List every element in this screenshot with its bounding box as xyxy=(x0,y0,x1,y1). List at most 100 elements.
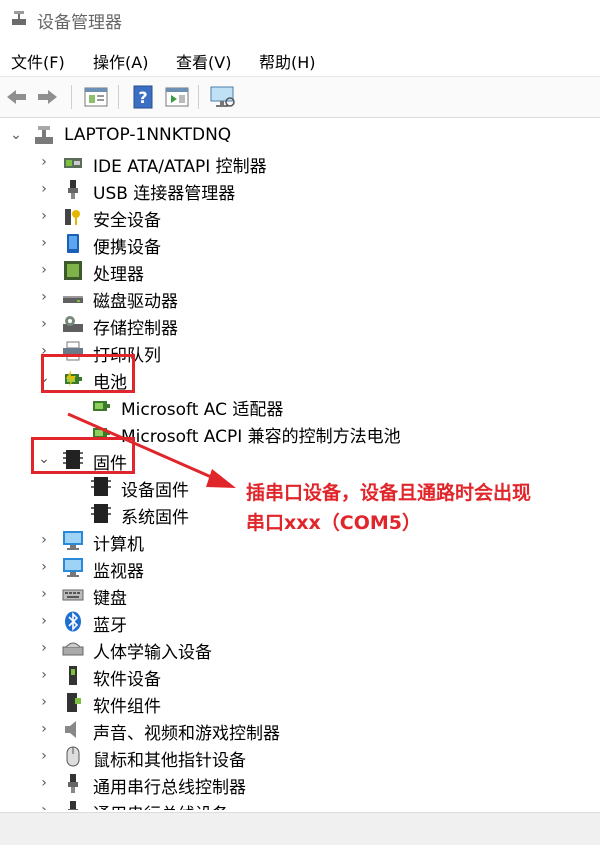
firmware-highlight-box xyxy=(31,437,135,474)
tree-item-label: 鼠标和其他指针设备 xyxy=(93,751,246,771)
monitor-icon xyxy=(63,558,83,577)
battery-highlight-box xyxy=(41,354,135,393)
tree-item-storage[interactable]: › 存储控制器 xyxy=(0,311,600,339)
tree-item-processor[interactable]: › 处理器 xyxy=(0,257,600,285)
annotation-text: 插串口设备，设备且通路时会出现 串口xxx（COM5） xyxy=(246,478,591,538)
menu-help[interactable]: 帮助(H) xyxy=(259,49,316,73)
chevron-right-icon[interactable]: › xyxy=(37,531,51,549)
computer-icon xyxy=(63,531,83,550)
bluetooth-icon xyxy=(65,611,81,632)
view-icon[interactable] xyxy=(163,83,191,111)
toolbar-separator xyxy=(118,85,119,109)
software-component-icon xyxy=(67,693,81,712)
tree-item-label: 处理器 xyxy=(93,265,144,285)
tree-item-hid[interactable]: › 人体学输入设备 xyxy=(0,635,600,663)
chevron-right-icon[interactable]: › xyxy=(37,207,51,225)
chevron-right-icon[interactable]: › xyxy=(37,612,51,630)
chevron-right-icon[interactable]: › xyxy=(37,801,51,810)
firmware-chip-icon xyxy=(91,504,111,523)
tree-item-usb-connector[interactable]: › USB 连接器管理器 xyxy=(0,176,600,204)
computer-root-icon xyxy=(35,126,53,144)
tree-item-label: 系统固件 xyxy=(121,508,189,528)
processor-icon xyxy=(64,261,82,280)
svg-text:?: ? xyxy=(138,88,147,107)
tree-item-label: 通用串行总线控制器 xyxy=(93,778,246,798)
firmware-chip-icon xyxy=(91,477,111,496)
tree-item-label: 存储控制器 xyxy=(93,319,178,339)
ide-controller-icon xyxy=(64,158,82,168)
tree-item-keyboard[interactable]: › 键盘 xyxy=(0,581,600,609)
storage-controller-icon xyxy=(63,316,83,332)
tree-item-monitor[interactable]: › 监视器 xyxy=(0,554,600,582)
chevron-right-icon[interactable]: › xyxy=(37,315,51,333)
back-icon[interactable] xyxy=(3,83,31,111)
tree-item-sound[interactable]: › 声音、视频和游戏控制器 xyxy=(0,716,600,744)
properties-icon[interactable] xyxy=(82,83,110,111)
chevron-right-icon[interactable]: › xyxy=(37,666,51,684)
window-title: 设备管理器 xyxy=(37,13,122,33)
forward-icon[interactable] xyxy=(33,83,61,111)
tree-item-label: 蓝牙 xyxy=(93,616,127,636)
battery-icon xyxy=(93,401,110,411)
tree-item-software-device[interactable]: › 软件设备 xyxy=(0,662,600,690)
chevron-right-icon[interactable]: › xyxy=(37,234,51,252)
tree-item-label: Microsoft ACPI 兼容的控制方法电池 xyxy=(121,427,401,447)
annotation-line-2: 串口xxx（COM5） xyxy=(246,512,421,534)
tree-item-label: 安全设备 xyxy=(93,211,161,231)
mouse-icon xyxy=(66,746,80,767)
speaker-icon xyxy=(65,721,76,738)
tree-item-ac-adapter[interactable]: Microsoft AC 适配器 xyxy=(0,392,600,420)
tree-root-label: LAPTOP-1NNKTDNQ xyxy=(64,125,232,145)
chevron-right-icon[interactable]: › xyxy=(37,288,51,306)
tree-item-ide[interactable]: › IDE ATA/ATAPI 控制器 xyxy=(0,149,600,177)
chevron-right-icon[interactable]: › xyxy=(37,585,51,603)
tree-item-label: 便携设备 xyxy=(93,238,161,258)
toolbar: ? xyxy=(0,76,600,118)
chevron-right-icon[interactable]: › xyxy=(37,558,51,576)
chevron-right-icon[interactable]: › xyxy=(37,774,51,792)
device-manager-icon xyxy=(12,11,26,25)
chevron-right-icon[interactable]: › xyxy=(37,639,51,657)
chevron-down-icon[interactable]: ⌄ xyxy=(9,126,23,144)
menu-view[interactable]: 查看(V) xyxy=(176,49,231,73)
disk-drive-icon xyxy=(63,296,83,303)
tree-item-label: 计算机 xyxy=(93,535,144,555)
tree-item-portable[interactable]: › 便携设备 xyxy=(0,230,600,258)
tree-item-label: 软件设备 xyxy=(93,670,161,690)
tree-item-label: IDE ATA/ATAPI 控制器 xyxy=(93,157,267,177)
tree-item-usb-controller[interactable]: › 通用串行总线控制器 xyxy=(0,770,600,798)
tree-root[interactable]: ⌄ LAPTOP-1NNKTDNQ xyxy=(0,122,600,149)
tree-item-bluetooth[interactable]: › 蓝牙 xyxy=(0,608,600,636)
tree-item-label: 监视器 xyxy=(93,562,144,582)
chevron-right-icon[interactable]: › xyxy=(37,180,51,198)
tree-item-label: 软件组件 xyxy=(93,697,161,717)
help-icon[interactable]: ? xyxy=(129,83,157,111)
chevron-right-icon[interactable]: › xyxy=(37,261,51,279)
tree-item-mouse[interactable]: › 鼠标和其他指针设备 xyxy=(0,743,600,771)
tree-item-label: USB 连接器管理器 xyxy=(93,184,236,204)
chevron-right-icon[interactable]: › xyxy=(37,720,51,738)
status-bar xyxy=(0,812,600,845)
portable-device-icon xyxy=(67,234,79,253)
tree-item-label: 通用串行总线设备 xyxy=(93,800,229,810)
tree-item-label: Microsoft AC 适配器 xyxy=(121,400,284,420)
toolbar-separator xyxy=(198,85,199,109)
tree-item-software-component[interactable]: › 软件组件 xyxy=(0,689,600,717)
chevron-right-icon[interactable]: › xyxy=(37,153,51,171)
tree-item-label: 设备固件 xyxy=(121,481,189,501)
tree-item-label: 磁盘驱动器 xyxy=(93,292,178,312)
tree-item-label: 键盘 xyxy=(93,589,127,609)
security-key-icon xyxy=(65,209,80,225)
menu-file[interactable]: 文件(F) xyxy=(11,49,65,73)
tree-item-usb-device[interactable]: › 通用串行总线设备 xyxy=(0,797,600,810)
chevron-right-icon[interactable]: › xyxy=(37,747,51,765)
menu-bar: 文件(F) 操作(A) 查看(V) 帮助(H) xyxy=(0,44,600,74)
tree-item-disk[interactable]: › 磁盘驱动器 xyxy=(0,284,600,312)
usb-icon xyxy=(68,801,78,810)
monitor-icon[interactable] xyxy=(209,83,237,111)
menu-action[interactable]: 操作(A) xyxy=(93,49,148,73)
keyboard-icon xyxy=(62,589,84,601)
tree-item-security[interactable]: › 安全设备 xyxy=(0,203,600,231)
chevron-right-icon[interactable]: › xyxy=(37,693,51,711)
toolbar-separator xyxy=(71,85,72,109)
